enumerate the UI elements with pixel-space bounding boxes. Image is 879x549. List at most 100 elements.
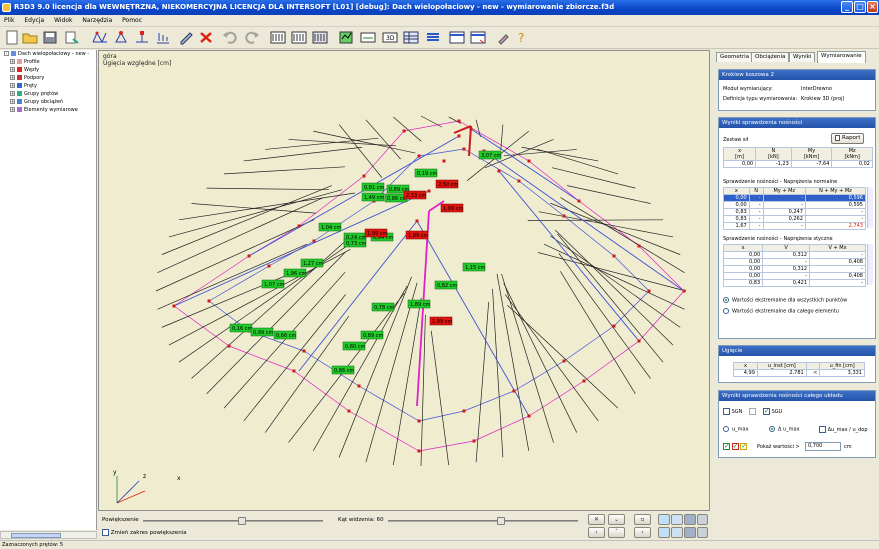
table-icon[interactable]	[449, 30, 465, 45]
angle-slider[interactable]	[388, 517, 578, 525]
member-line[interactable]	[208, 265, 270, 302]
nav-down-button[interactable]: ⌄	[608, 514, 625, 525]
deflection-label-ok[interactable]: 0,16 cm	[229, 323, 252, 333]
calc-icon[interactable]	[338, 30, 354, 45]
save-icon[interactable]	[42, 30, 58, 45]
radio-delta-umax[interactable]: Δ u_max	[769, 426, 800, 433]
member-line[interactable]	[365, 119, 401, 160]
results-icon[interactable]	[360, 30, 376, 45]
table-row[interactable]: 0,00 0,312-	[722, 265, 866, 273]
tree-item-profile[interactable]: + Profile	[10, 59, 40, 66]
tree-item-prety[interactable]: + Pręty	[10, 83, 37, 90]
model-view[interactable]: góra Ugięcia względne [cm] y z x 0,19 cm 3,0…	[98, 50, 710, 511]
raport-button[interactable]: Raport	[831, 133, 865, 144]
member-line[interactable]	[420, 115, 443, 128]
yellow-filter-checkbox[interactable]	[740, 442, 748, 450]
node-marker[interactable]	[562, 214, 566, 218]
menu-pomoc[interactable]: Pomoc	[118, 15, 146, 24]
member-line[interactable]	[116, 490, 146, 504]
node-marker[interactable]	[527, 159, 531, 163]
tree-item-wezly[interactable]: + Węzły	[10, 67, 39, 74]
radio-extreme-element[interactable]: Wartości ekstremalne dla całego elementu	[723, 308, 839, 315]
member-line[interactable]	[528, 380, 585, 417]
node-marker[interactable]	[582, 379, 586, 383]
member-line[interactable]	[348, 410, 420, 452]
member-line[interactable]	[173, 255, 250, 307]
zoom-range-option[interactable]: Zmień zakres powiększenia	[102, 529, 187, 536]
report-icon[interactable]	[470, 30, 486, 45]
nav-lock-button[interactable]: ▫	[634, 514, 651, 525]
member-line[interactable]	[563, 325, 615, 362]
grid-icon[interactable]	[403, 30, 419, 45]
support-icon[interactable]	[134, 30, 150, 45]
node-marker[interactable]	[647, 289, 651, 293]
member-line[interactable]	[298, 175, 365, 227]
member-line[interactable]	[560, 271, 636, 395]
member-line[interactable]	[293, 370, 350, 412]
node-marker[interactable]	[442, 159, 446, 163]
deflection-label-ok[interactable]: 0,66 cm	[273, 330, 296, 340]
deflection-label-ok[interactable]: 0,19 cm	[414, 168, 437, 178]
deflection-label-exceeded[interactable]: 1,99 cm	[364, 228, 387, 238]
sgn-checkbox[interactable]	[723, 408, 730, 415]
minimize-button[interactable]: _	[841, 1, 853, 13]
roof-model[interactable]: y z x 0,19 cm 3,07 cm 0,81 cm 0,89 cm 1,49 cm 0,…	[99, 51, 710, 511]
radio-extreme-all[interactable]: Wartości ekstremalne dla wszystkich punk…	[723, 297, 847, 304]
member-line[interactable]	[191, 203, 316, 214]
member-line[interactable]	[538, 211, 674, 238]
table-row[interactable]: 1,67- -2,743	[723, 222, 867, 230]
node-marker[interactable]	[297, 224, 301, 228]
table-row[interactable]: 0,00-0,408	[722, 272, 866, 280]
node-marker[interactable]	[415, 219, 419, 223]
node-marker[interactable]	[512, 389, 516, 393]
member-line[interactable]	[173, 305, 230, 347]
table-row[interactable]: 0,83-0,247-	[723, 208, 867, 216]
edit-icon[interactable]	[178, 30, 194, 45]
node-marker[interactable]	[302, 349, 306, 353]
node-marker[interactable]	[562, 359, 566, 363]
member-line[interactable]	[173, 190, 430, 307]
nav-up-button[interactable]: ˆ	[608, 527, 625, 538]
sgn-sub-checkbox[interactable]	[749, 408, 756, 415]
sgn-option[interactable]: SGN	[723, 408, 742, 415]
member-line[interactable]	[224, 166, 346, 175]
member-line[interactable]	[206, 187, 329, 191]
sgu-checkbox[interactable]	[763, 407, 770, 415]
view-mode-8-button[interactable]	[697, 527, 708, 538]
deflection-label-ok[interactable]: 1,04 cm	[318, 222, 341, 232]
load-icon[interactable]	[155, 30, 171, 45]
deflection-label-ok[interactable]: 1,89 cm	[407, 299, 430, 309]
node-marker[interactable]	[527, 414, 531, 418]
deflection-label-ok[interactable]: 1,27 cm	[300, 258, 323, 268]
table-row[interactable]: 0,00-0,408	[722, 258, 866, 266]
deflection-label-exceeded[interactable]: 2,50 cm	[435, 179, 458, 189]
table-row[interactable]: 4,99 2,781 <3,331	[733, 369, 865, 377]
table-row[interactable]: 0,00- -0,596	[723, 194, 867, 202]
member-line[interactable]	[475, 302, 490, 463]
tab-geometria[interactable]: Geometria	[716, 52, 754, 62]
node-marker[interactable]	[417, 154, 421, 158]
member-line[interactable]	[552, 167, 636, 189]
deflection-label-exceeded[interactable]: 1,99 cm	[440, 203, 463, 213]
redo-icon[interactable]	[244, 30, 260, 45]
deflection-label-ok[interactable]: 3,07 cm	[478, 150, 501, 160]
tree-scrollbar[interactable]	[0, 531, 97, 539]
member-line[interactable]	[358, 385, 420, 422]
tree-item-grupy-obciazen[interactable]: + Grupy obciążeń	[10, 99, 63, 106]
angle-slider-knob[interactable]	[497, 517, 506, 525]
member-line[interactable]	[418, 410, 465, 422]
member-line[interactable]	[430, 330, 450, 466]
node-marker[interactable]	[427, 189, 431, 193]
zoom-range-checkbox[interactable]	[102, 529, 109, 536]
undo-icon[interactable]	[222, 30, 238, 45]
deflection-label-ok[interactable]: 0,78 cm	[371, 302, 394, 312]
deflection-label-ok[interactable]: 0,73 cm	[343, 238, 366, 248]
deflection-label-ok[interactable]: 0,99 cm	[250, 327, 273, 337]
nav-left-button[interactable]: ‹	[634, 527, 651, 538]
table-row[interactable]: 0,00 0,312-	[722, 251, 866, 259]
deflection-label-ok[interactable]: 1,96 cm	[283, 268, 306, 278]
member-line[interactable]	[453, 125, 472, 134]
node-marker[interactable]	[637, 244, 641, 248]
table-row[interactable]: 0,00 -1,23 -7,64 0,02	[722, 160, 873, 168]
table-row[interactable]: 0,83-0,262-	[723, 215, 867, 223]
